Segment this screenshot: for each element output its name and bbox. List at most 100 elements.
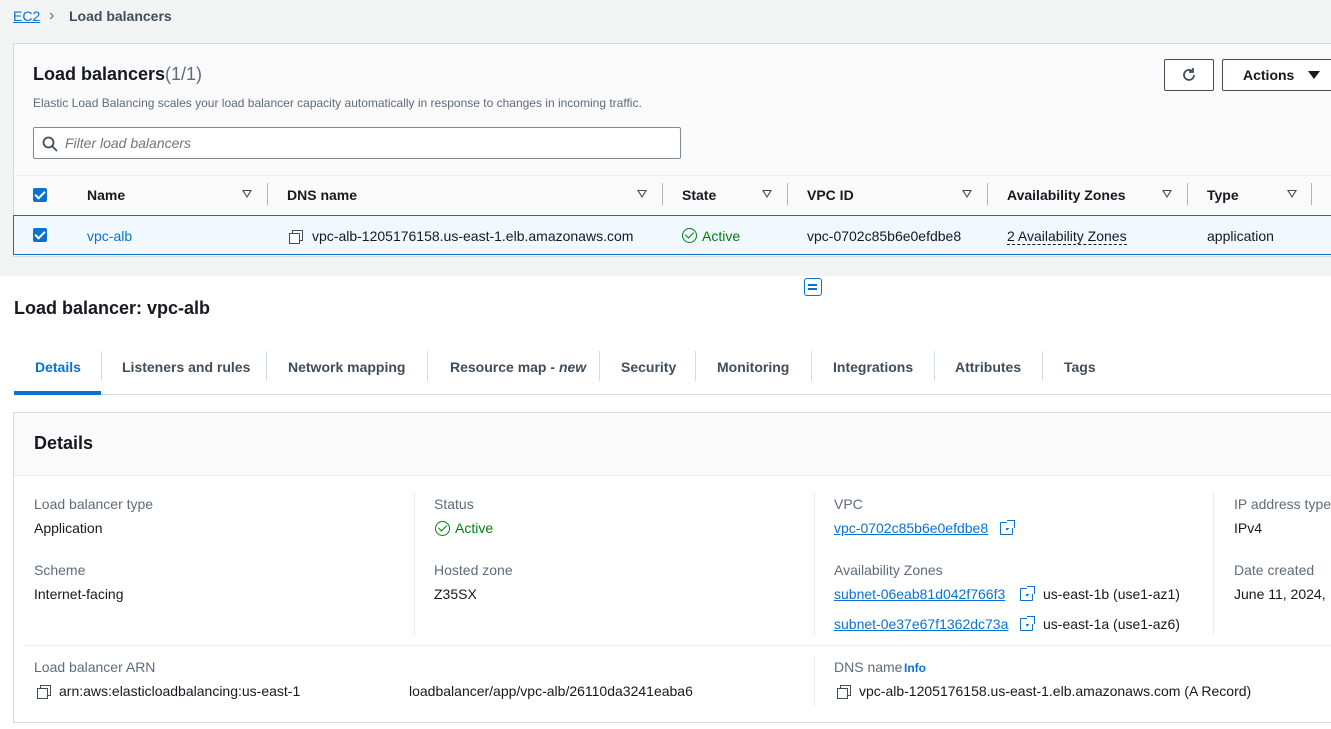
tab-network-mapping[interactable]: Network mapping <box>288 359 405 375</box>
tabs-baseline <box>14 394 1331 395</box>
copy-icon[interactable] <box>837 685 851 699</box>
column-divider <box>814 656 815 706</box>
filter-input[interactable] <box>65 131 665 155</box>
column-header-type[interactable]: Type <box>1207 187 1239 203</box>
table-header-top-border <box>13 175 1331 176</box>
tab-listeners[interactable]: Listeners and rules <box>122 359 250 375</box>
tab-tags[interactable]: Tags <box>1064 359 1096 375</box>
caret-down-icon <box>1308 71 1321 79</box>
refresh-icon <box>1183 68 1195 81</box>
external-link-icon[interactable] <box>1020 586 1035 601</box>
split-panel-drag-handle[interactable] <box>804 278 822 296</box>
az-label: Availability Zones <box>834 562 943 578</box>
tab-divider <box>934 351 935 381</box>
lb-list-title: Load balancers <box>33 64 166 84</box>
sort-icon[interactable] <box>1287 190 1297 198</box>
scheme-value: Internet-facing <box>34 586 124 602</box>
refresh-button[interactable] <box>1164 59 1214 91</box>
external-link-icon[interactable] <box>1000 520 1015 535</box>
details-panel-header <box>14 413 1331 476</box>
tab-divider <box>266 351 267 381</box>
dns-name-label: DNS name <box>834 659 903 675</box>
column-divider <box>814 492 815 635</box>
row-dns: vpc-alb-1205176158.us-east-1.elb.amazona… <box>312 228 634 244</box>
tab-divider <box>811 351 812 381</box>
success-icon <box>682 228 697 243</box>
column-divider <box>414 492 415 635</box>
hosted-zone-value: Z35SX <box>434 586 477 602</box>
breadcrumb-current: Load balancers <box>69 8 172 24</box>
lb-type-label: Load balancer type <box>34 496 154 512</box>
column-divider[interactable] <box>1311 183 1312 205</box>
ip-type-value: IPv4 <box>1234 520 1263 536</box>
tab-integrations[interactable]: Integrations <box>833 359 913 375</box>
chevron-right-icon: › <box>49 7 55 24</box>
row-type: application <box>1207 228 1274 244</box>
dns-info-link[interactable]: Info <box>904 661 926 675</box>
row-checkbox[interactable] <box>33 228 47 242</box>
tab-attributes[interactable]: Attributes <box>955 359 1021 375</box>
status-label: Status <box>434 496 474 512</box>
arn-part-2: loadbalancer/app/vpc-alb/26110da3241eaba… <box>409 683 693 699</box>
breadcrumb-ec2[interactable]: EC2 <box>13 8 40 24</box>
arn-label: Load balancer ARN <box>34 659 156 675</box>
subnet-2-az: us-east-1a (use1-az6) <box>1043 616 1180 632</box>
column-header-name[interactable]: Name <box>87 187 125 203</box>
column-header-vpc[interactable]: VPC ID <box>807 187 854 203</box>
subnet-1-link[interactable]: subnet-06eab81d042f766f3 <box>834 586 1005 602</box>
sort-icon[interactable] <box>637 190 647 198</box>
tab-active-indicator <box>14 391 101 395</box>
row-divider <box>24 645 1331 646</box>
subnet-2-link[interactable]: subnet-0e37e67f1362dc73a <box>834 616 1008 632</box>
row-azs-popover[interactable]: 2 Availability Zones <box>1007 228 1127 245</box>
copy-icon[interactable] <box>37 685 51 699</box>
success-icon <box>435 521 450 536</box>
column-divider[interactable] <box>662 183 663 205</box>
row-name-link[interactable]: vpc-alb <box>87 228 132 244</box>
vpc-link[interactable]: vpc-0702c85b6e0efdbe8 <box>834 520 988 536</box>
sort-icon[interactable] <box>962 190 972 198</box>
lb-type-value: Application <box>34 520 103 536</box>
sort-icon[interactable] <box>242 190 252 198</box>
table-row[interactable] <box>13 215 1331 255</box>
filter-box <box>33 127 681 159</box>
ip-type-label: IP address type <box>1234 496 1331 512</box>
column-divider[interactable] <box>787 183 788 205</box>
tab-details[interactable]: Details <box>35 359 81 375</box>
select-all-checkbox[interactable] <box>33 188 47 202</box>
tab-divider <box>427 351 428 381</box>
details-section-title: Details <box>34 433 94 453</box>
tab-security[interactable]: Security <box>621 359 676 375</box>
tab-monitoring[interactable]: Monitoring <box>717 359 789 375</box>
search-icon <box>42 136 58 152</box>
detail-title: Load balancer: vpc-alb <box>14 298 211 318</box>
tab-divider <box>599 351 600 381</box>
copy-icon[interactable] <box>289 230 303 244</box>
sort-icon[interactable] <box>1162 190 1172 198</box>
arn-part-1: arn:aws:elasticloadbalancing:us-east-1 <box>59 683 301 699</box>
lb-list-description: Elastic Load Balancing scales your load … <box>33 96 642 110</box>
scheme-label: Scheme <box>34 562 86 578</box>
row-state: Active <box>702 228 741 244</box>
date-created-label: Date created <box>1234 562 1315 578</box>
column-divider[interactable] <box>267 183 268 205</box>
column-header-azs[interactable]: Availability Zones <box>1007 187 1126 203</box>
tab-divider <box>1042 351 1043 381</box>
actions-button[interactable]: Actions <box>1222 59 1331 91</box>
date-created-value: June 11, 2024, <box>1234 586 1326 602</box>
column-header-dns[interactable]: DNS name <box>287 187 357 203</box>
external-link-icon[interactable] <box>1020 616 1035 631</box>
column-divider[interactable] <box>987 183 988 205</box>
tab-divider <box>101 351 102 381</box>
status-value: Active <box>455 520 494 536</box>
column-header-state[interactable]: State <box>682 187 716 203</box>
tab-resource-map[interactable]: Resource map - new <box>450 359 586 375</box>
column-divider[interactable] <box>1187 183 1188 205</box>
tab-divider <box>695 351 696 381</box>
column-divider <box>1213 492 1214 635</box>
sort-icon[interactable] <box>762 190 772 198</box>
subnet-1-az: us-east-1b (use1-az1) <box>1043 586 1180 602</box>
dns-name-value: vpc-alb-1205176158.us-east-1.elb.amazona… <box>859 683 1252 699</box>
lb-list-count: (1/1) <box>165 64 203 84</box>
vpc-label: VPC <box>834 496 863 512</box>
